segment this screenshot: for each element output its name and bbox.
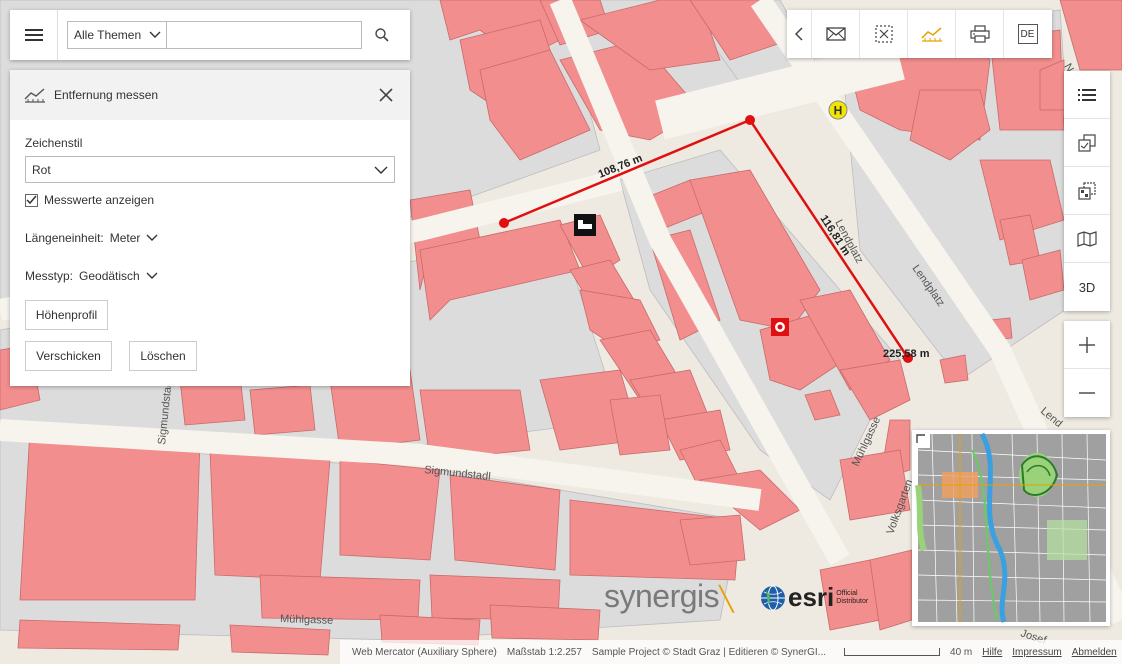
- esri-wordmark: esri: [788, 582, 835, 612]
- send-button[interactable]: Verschicken: [25, 341, 112, 371]
- measure-panel-title: Entfernung messen: [54, 88, 159, 102]
- hamburger-icon: [24, 29, 43, 41]
- projection-text: Web Mercator (Auxiliary Sphere): [352, 646, 497, 658]
- language-button[interactable]: DE: [1003, 10, 1051, 58]
- print-button[interactable]: [955, 10, 1003, 58]
- print-icon: [969, 25, 990, 43]
- show-values-label: Messwerte anzeigen: [44, 193, 155, 207]
- theme-select-label: Alle Themen: [74, 28, 142, 42]
- close-icon: [379, 88, 393, 102]
- collapse-toolbar-button[interactable]: [787, 10, 811, 58]
- layers-icon: [1078, 133, 1096, 152]
- esri-logo: esri Official Distributor: [760, 582, 880, 613]
- chevron-left-icon: [795, 27, 803, 41]
- unit-label: Längeneinheit:: [25, 231, 104, 245]
- help-link[interactable]: Hilfe: [982, 647, 1002, 658]
- minus-icon: [1079, 392, 1095, 394]
- esri-subtitle: Official Distributor: [836, 589, 869, 605]
- select-area-icon: [874, 25, 893, 43]
- measure-panel: Entfernung messen Zeichenstil Rot Messwe…: [10, 70, 410, 386]
- type-label: Messtyp:: [25, 269, 74, 283]
- expand-icon[interactable]: [912, 430, 930, 448]
- search-bar: Alle Themen: [10, 10, 410, 60]
- delete-button[interactable]: Löschen: [129, 341, 197, 371]
- menu-button[interactable]: [10, 10, 58, 60]
- close-button[interactable]: [376, 85, 396, 105]
- chevron-down-icon: [374, 166, 388, 174]
- measure-icon: [920, 27, 942, 42]
- logout-link[interactable]: Abmelden: [1072, 647, 1117, 658]
- type-select[interactable]: Messtyp: Geodätisch: [25, 269, 158, 283]
- plus-icon: [1079, 336, 1095, 353]
- chevron-down-icon: [146, 234, 158, 241]
- basemap-icon: [1078, 181, 1096, 200]
- measure-label: 225,58 m: [883, 348, 930, 360]
- type-value: Geodätisch: [79, 269, 140, 283]
- height-profile-button[interactable]: Höhenprofil: [25, 300, 108, 330]
- bus-stop-icon[interactable]: H: [828, 100, 848, 120]
- svg-text:H: H: [834, 104, 843, 118]
- globe-icon: [761, 585, 785, 610]
- imprint-link[interactable]: Impressum: [1012, 647, 1061, 658]
- checkbox[interactable]: [25, 193, 38, 207]
- unit-value: Meter: [109, 231, 141, 245]
- street-label: Mühlgasse: [280, 613, 334, 627]
- scale-bar-label: 40 m: [950, 646, 973, 658]
- search-button[interactable]: [362, 10, 402, 60]
- attribution-bar: Web Mercator (Auxiliary Sphere) Maßstab …: [340, 640, 1122, 664]
- checkmark-icon: [26, 195, 37, 205]
- measure-button[interactable]: [907, 10, 955, 58]
- scale-text: Maßstab 1:2.257: [506, 646, 582, 658]
- list-icon: [1078, 88, 1096, 101]
- legend-button[interactable]: [1064, 71, 1110, 119]
- chevron-down-icon: [149, 31, 161, 38]
- mail-icon: [825, 27, 846, 41]
- basemap-button[interactable]: [1064, 167, 1110, 215]
- language-icon: DE: [1017, 24, 1038, 44]
- style-select-value: Rot: [32, 162, 51, 177]
- zoom-in-button[interactable]: [1064, 321, 1110, 369]
- side-tools: 3D: [1064, 71, 1110, 311]
- zoom-tools: [1064, 321, 1110, 417]
- hospital-icon[interactable]: [771, 318, 789, 336]
- mail-button[interactable]: [811, 10, 859, 58]
- unit-select[interactable]: Längeneinheit: Meter: [25, 231, 158, 245]
- layers-button[interactable]: [1064, 119, 1110, 167]
- style-select[interactable]: Rot: [25, 156, 395, 183]
- measure-panel-header: Entfernung messen: [10, 70, 410, 120]
- toolbar: DE: [787, 10, 1052, 58]
- overview-map[interactable]: [912, 430, 1110, 626]
- map-book-button[interactable]: [1064, 215, 1110, 263]
- search-icon: [375, 28, 389, 42]
- copyright-text: Sample Project © Stadt Graz | Editieren …: [591, 646, 827, 658]
- three-d-button[interactable]: 3D: [1064, 263, 1110, 311]
- scale-bar: [844, 648, 941, 656]
- measure-icon: [24, 88, 45, 103]
- search-input[interactable]: [167, 21, 362, 49]
- chevron-down-icon: [146, 272, 158, 279]
- style-label: Zeichenstil: [25, 136, 83, 150]
- synergis-logo: synergis╲: [604, 578, 734, 614]
- select-area-button[interactable]: [859, 10, 907, 58]
- map-icon: [1077, 230, 1097, 247]
- zoom-out-button[interactable]: [1064, 369, 1110, 417]
- theme-select[interactable]: Alle Themen: [67, 21, 167, 49]
- show-values-checkbox[interactable]: Messwerte anzeigen: [25, 193, 154, 207]
- hotel-icon[interactable]: [574, 214, 596, 236]
